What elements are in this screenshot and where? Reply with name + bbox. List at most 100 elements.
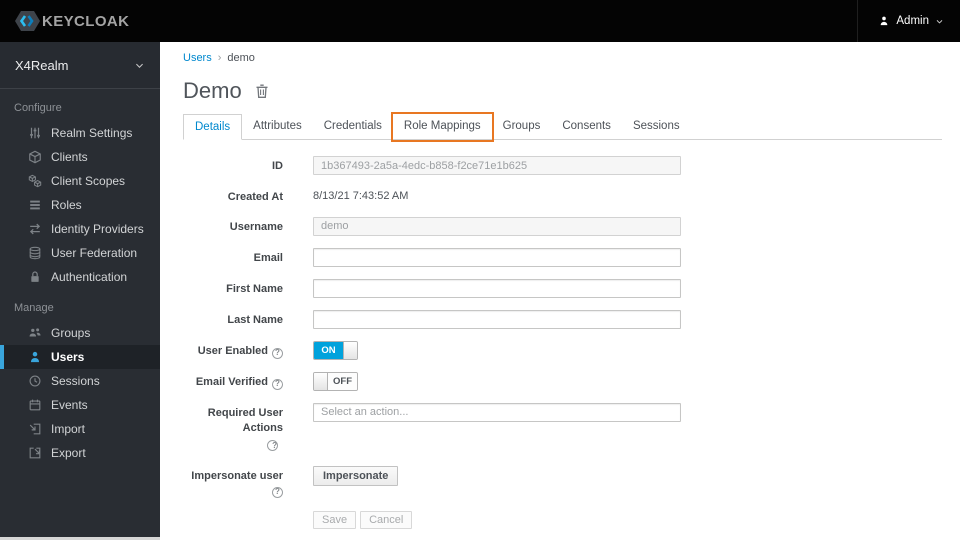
first-name-label: First Name — [226, 282, 283, 295]
form-row-first-name: First Name — [183, 278, 942, 298]
sidebar-item-client-scopes[interactable]: Client Scopes — [0, 169, 160, 193]
help-icon: ? — [272, 347, 283, 359]
sidebar-item-label: Sessions — [51, 374, 100, 388]
form-row-username: Username — [183, 216, 942, 236]
email-label: Email — [253, 251, 283, 264]
form-row-id: ID — [183, 156, 942, 175]
user-menu[interactable]: Admin — [857, 0, 944, 42]
sidebar-item-clients[interactable]: Clients — [0, 145, 160, 169]
user-icon — [878, 15, 890, 27]
keycloak-logo-icon — [14, 9, 41, 33]
breadcrumb: Users › demo — [183, 52, 942, 64]
sidebar: X4Realm Configure Realm Settings Clients… — [0, 42, 160, 537]
exchange-arrows-icon — [28, 222, 42, 236]
user-enabled-toggle[interactable]: ON — [313, 340, 358, 360]
tab-consents[interactable]: Consents — [551, 114, 622, 139]
email-verified-label: Email Verified? — [183, 372, 283, 390]
created-at-label: Created At — [227, 191, 283, 203]
tab-sessions[interactable]: Sessions — [622, 114, 691, 139]
user-icon — [28, 350, 42, 364]
first-name-field[interactable] — [313, 278, 681, 298]
list-icon — [28, 198, 42, 212]
sidebar-item-events[interactable]: Events — [0, 393, 160, 417]
sidebar-item-export[interactable]: Export — [0, 441, 160, 465]
user-details-form: ID Created At 8/13/21 7:43:52 AM Usernam… — [183, 156, 942, 530]
sidebar-item-label: Authentication — [51, 270, 128, 284]
created-at-value: 8/13/21 7:43:52 AM — [313, 190, 409, 202]
chevron-down-icon — [134, 60, 145, 71]
tab-bar: Details Attributes Credentials Role Mapp… — [183, 112, 942, 142]
trash-icon[interactable] — [254, 83, 270, 100]
import-icon — [28, 422, 42, 436]
tab-groups[interactable]: Groups — [492, 114, 552, 139]
lock-icon — [28, 270, 42, 284]
export-icon — [28, 446, 42, 460]
impersonate-button[interactable]: Impersonate — [313, 465, 399, 486]
sidebar-item-label: User Federation — [51, 246, 138, 260]
last-name-field[interactable] — [313, 309, 681, 329]
form-actions: Save Cancel — [313, 511, 413, 530]
realm-name: X4Realm — [15, 57, 69, 73]
sidebar-item-label: Realm Settings — [51, 126, 133, 140]
id-label: ID — [272, 160, 283, 172]
sidebar-item-groups[interactable]: Groups — [0, 321, 160, 345]
sidebar-item-sessions[interactable]: Sessions — [0, 369, 160, 393]
toggle-knob — [314, 372, 328, 390]
impersonate-user-label: Impersonate user? — [191, 469, 283, 499]
realm-selector[interactable]: X4Realm — [0, 42, 160, 89]
form-row-created-at: Created At 8/13/21 7:43:52 AM — [183, 187, 942, 205]
sidebar-item-import[interactable]: Import — [0, 417, 160, 441]
form-row-email: Email — [183, 247, 942, 267]
sidebar-item-authentication[interactable]: Authentication — [0, 265, 160, 289]
tab-attributes[interactable]: Attributes — [242, 114, 313, 139]
save-button[interactable]: Save — [313, 511, 357, 530]
username-label: Username — [229, 220, 283, 233]
user-menu-label: Admin — [896, 15, 929, 27]
cube-icon — [28, 150, 42, 164]
username-field — [313, 216, 681, 236]
cancel-button[interactable]: Cancel — [360, 511, 413, 530]
help-icon: ? — [267, 439, 278, 451]
form-row-user-enabled: User Enabled? ON — [183, 340, 942, 360]
sidebar-item-label: Identity Providers — [51, 222, 144, 236]
breadcrumb-current: demo — [227, 52, 255, 64]
sidebar-item-roles[interactable]: Roles — [0, 193, 160, 217]
required-user-actions-select[interactable] — [313, 402, 681, 422]
sidebar-item-realm-settings[interactable]: Realm Settings — [0, 121, 160, 145]
sidebar-item-label: Groups — [51, 326, 91, 340]
form-row-actions: Save Cancel — [183, 511, 942, 530]
brand-text: KEYCLOAK — [42, 12, 130, 30]
keycloak-logo: KEYCLOAK — [14, 9, 129, 33]
calendar-icon — [28, 398, 42, 412]
main-content: Users › demo Demo Details Attributes Cre… — [160, 42, 960, 540]
required-user-actions-label: Required User Actions? — [207, 406, 283, 451]
tab-role-mappings[interactable]: Role Mappings — [390, 112, 494, 142]
user-enabled-label: User Enabled? — [183, 341, 283, 359]
chevron-down-icon — [935, 17, 944, 26]
sidebar-item-user-federation[interactable]: User Federation — [0, 241, 160, 265]
email-verified-toggle[interactable]: OFF — [313, 371, 358, 391]
toggle-knob — [343, 341, 357, 359]
sidebar-item-label: Clients — [51, 150, 88, 164]
keycloak-admin-console: KEYCLOAK Admin X4Realm Configure Realm S… — [0, 0, 960, 540]
topbar: KEYCLOAK Admin — [0, 0, 960, 42]
cubes-icon — [28, 174, 42, 188]
breadcrumb-users-link[interactable]: Users — [183, 52, 212, 64]
clock-icon — [28, 374, 42, 388]
page-title: Demo — [183, 78, 242, 103]
sidebar-item-label: Import — [51, 422, 86, 436]
breadcrumb-separator: › — [217, 52, 222, 64]
email-field[interactable] — [313, 247, 681, 267]
tab-details[interactable]: Details — [183, 114, 243, 140]
sidebar-item-users[interactable]: Users — [0, 345, 160, 369]
sidebar-section-configure: Configure — [14, 102, 62, 114]
last-name-label: Last Name — [227, 313, 283, 326]
id-field — [313, 156, 681, 175]
sidebar-item-label: Roles — [51, 198, 82, 212]
sidebar-item-label: Export — [51, 446, 86, 460]
sidebar-item-label: Users — [51, 350, 85, 364]
title-row: Demo — [183, 78, 942, 104]
tab-credentials[interactable]: Credentials — [313, 114, 393, 139]
sidebar-item-identity-providers[interactable]: Identity Providers — [0, 217, 160, 241]
help-icon: ? — [272, 487, 283, 499]
